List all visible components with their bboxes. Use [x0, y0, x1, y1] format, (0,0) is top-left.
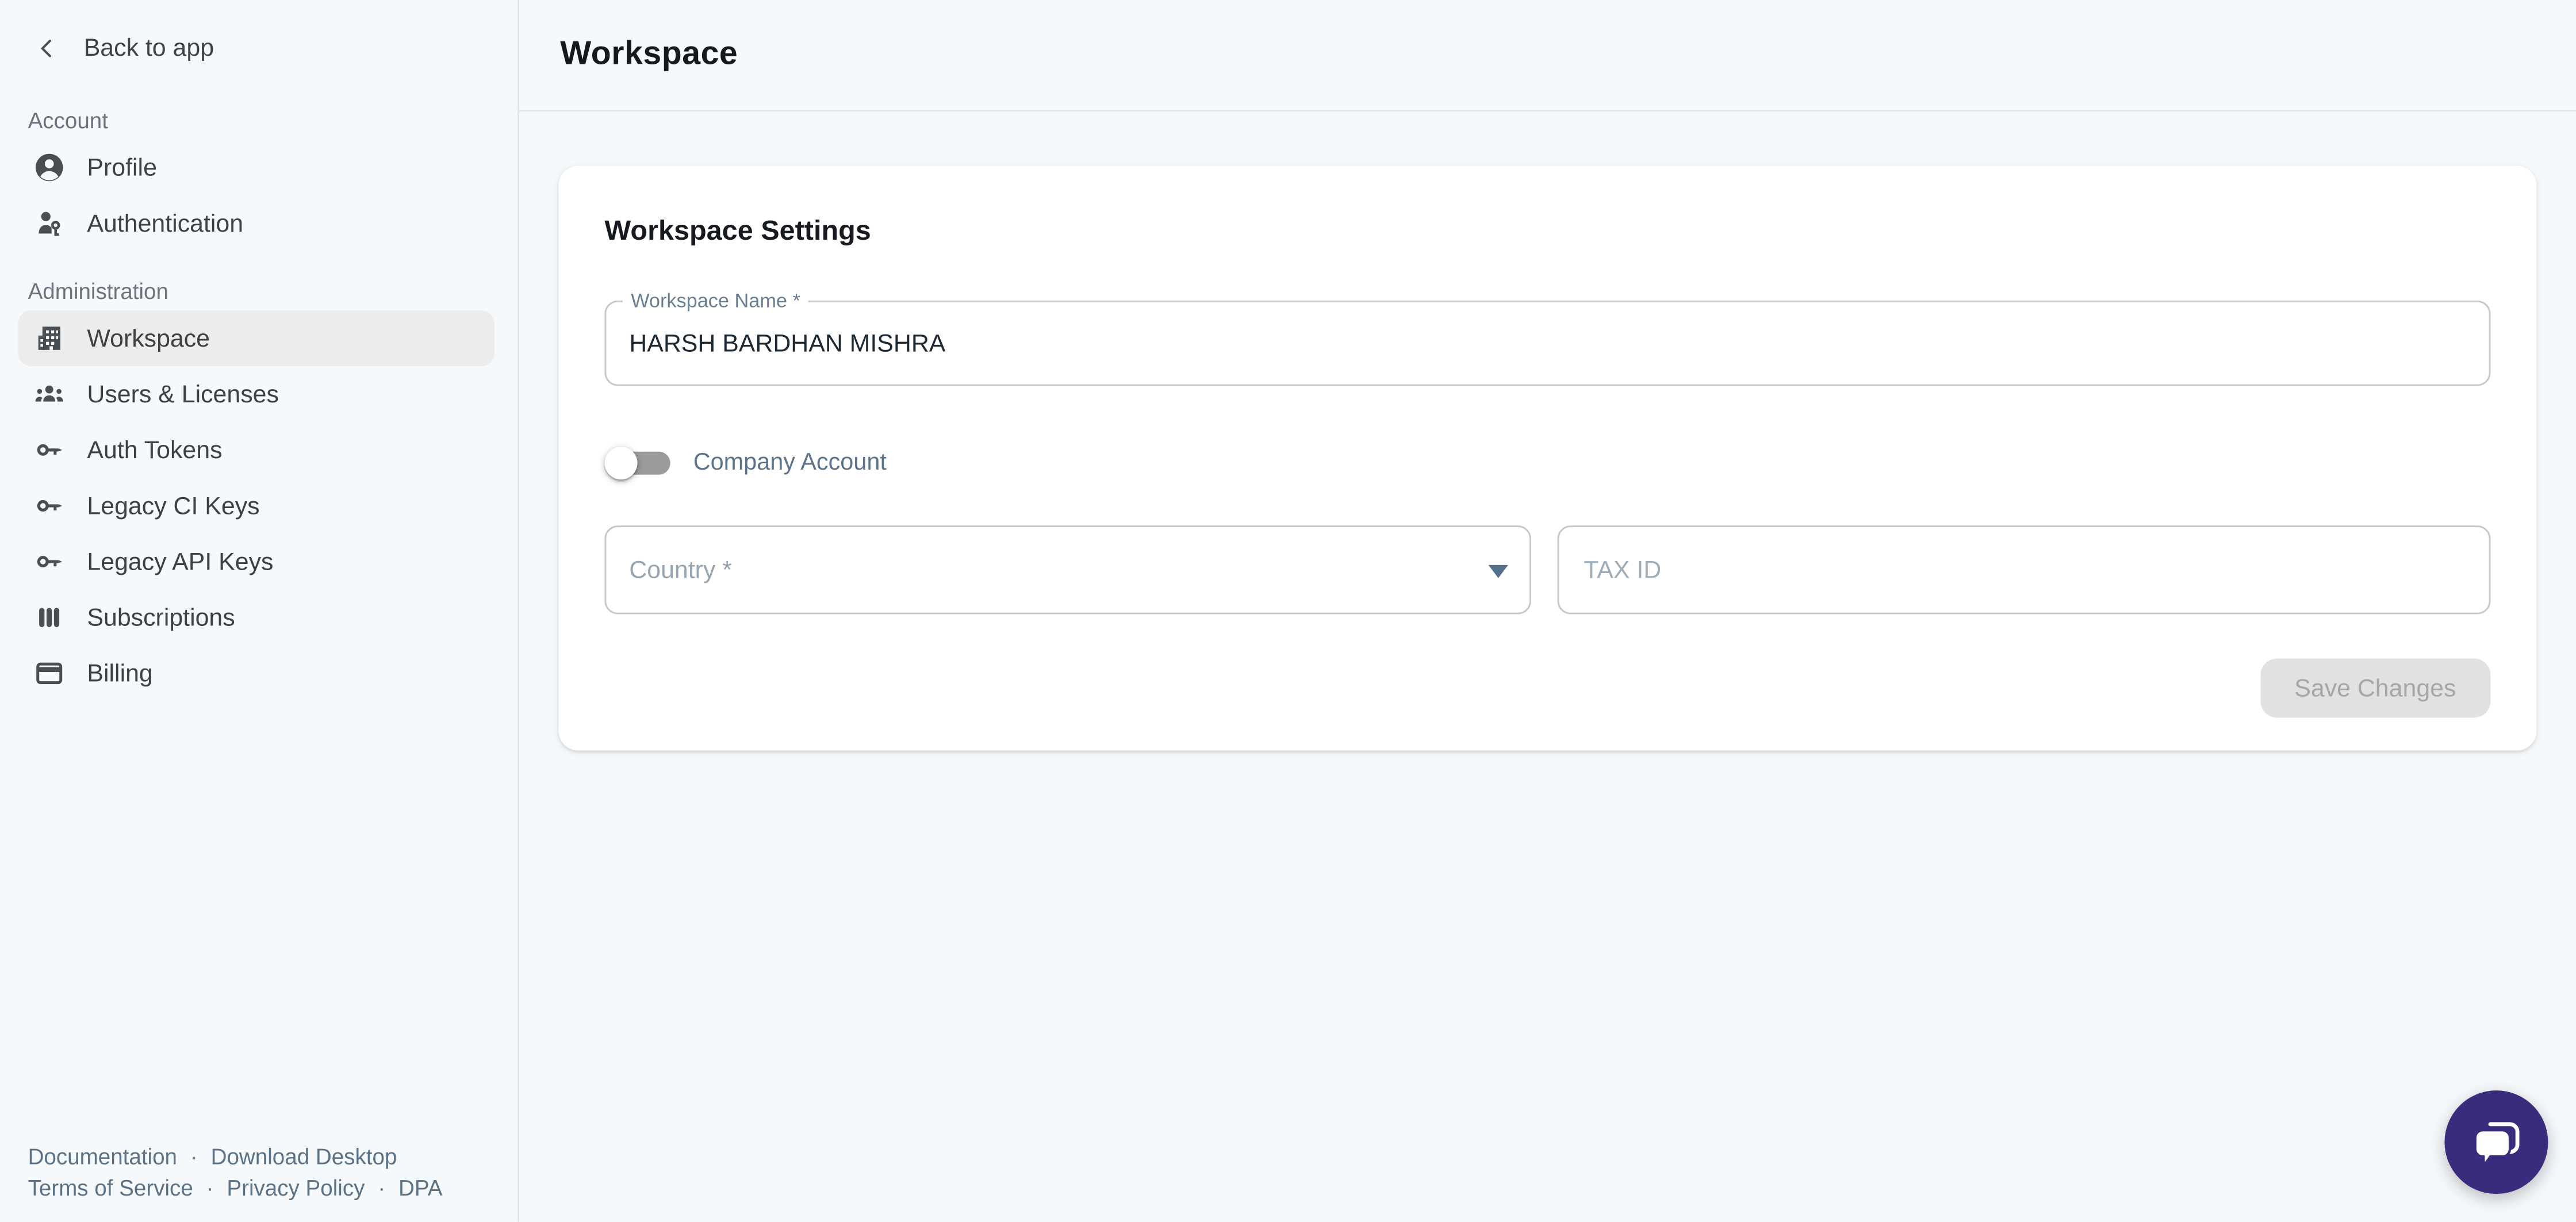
footer-link-download-desktop[interactable]: Download Desktop	[211, 1142, 397, 1173]
save-changes-button[interactable]: Save Changes	[2260, 659, 2490, 718]
toggle-thumb	[604, 447, 637, 479]
chat-widget-button[interactable]	[2444, 1090, 2548, 1194]
sidebar-item-legacy-api-keys[interactable]: Legacy API Keys	[18, 534, 494, 590]
sidebar-item-label: Legacy API Keys	[87, 548, 273, 576]
page-header: Workspace	[519, 0, 2576, 112]
main-area: Workspace Workspace Settings Workspace N…	[519, 0, 2576, 1222]
workspace-name-label: Workspace Name *	[623, 289, 808, 314]
settings-page: Back to app Account Profile Authenticati…	[0, 0, 2576, 1222]
building-icon	[33, 322, 66, 355]
footer-link-privacy-policy[interactable]: Privacy Policy	[227, 1173, 365, 1204]
back-to-app-label: Back to app	[84, 34, 214, 62]
sidebar-item-billing[interactable]: Billing	[18, 645, 494, 701]
groups-icon	[33, 378, 66, 410]
company-account-label: Company Account	[693, 450, 887, 476]
key-icon	[33, 433, 66, 466]
sidebar-item-label: Subscriptions	[87, 604, 235, 632]
person-key-icon	[33, 207, 66, 240]
company-account-toggle[interactable]	[604, 443, 677, 483]
tax-id-field	[1558, 525, 2491, 614]
sidebar-item-label: Auth Tokens	[87, 436, 222, 464]
sidebar-item-legacy-ci-keys[interactable]: Legacy CI Keys	[18, 478, 494, 533]
sidebar-item-label: Profile	[87, 153, 157, 182]
country-select[interactable]: Country *	[604, 525, 1531, 614]
footer-separator: ·	[378, 1173, 385, 1204]
page-title: Workspace	[560, 36, 738, 74]
footer-link-dpa[interactable]: DPA	[398, 1173, 442, 1204]
workspace-settings-card: Workspace Settings Workspace Name * Comp…	[558, 166, 2536, 751]
sidebar-item-users-licenses[interactable]: Users & Licenses	[18, 366, 494, 422]
content: Workspace Settings Workspace Name * Comp…	[519, 112, 2576, 750]
sidebar-item-label: Billing	[87, 659, 152, 687]
sidebar-item-label: Users & Licenses	[87, 380, 278, 408]
sidebar-item-profile[interactable]: Profile	[18, 140, 494, 195]
sidebar-item-auth-tokens[interactable]: Auth Tokens	[18, 422, 494, 478]
section-label-administration: Administration	[28, 274, 518, 307]
sidebar-footer: Documentation · Download Desktop Terms o…	[28, 1142, 443, 1204]
sidebar-item-subscriptions[interactable]: Subscriptions	[18, 590, 494, 645]
sidebar-item-label: Workspace	[87, 324, 210, 352]
footer-separator: ·	[190, 1142, 198, 1173]
chat-bubbles-icon	[2469, 1117, 2523, 1167]
workspace-name-field: Workspace Name *	[604, 301, 2490, 386]
footer-link-terms-of-service[interactable]: Terms of Service	[28, 1173, 193, 1204]
dropdown-caret-icon	[1489, 565, 1508, 578]
sidebar-item-label: Authentication	[87, 209, 243, 237]
actions-row: Save Changes	[604, 659, 2490, 718]
back-to-app-button[interactable]: Back to app	[36, 25, 518, 71]
country-select-label: Country *	[606, 556, 732, 584]
sidebar-item-workspace[interactable]: Workspace	[18, 310, 494, 366]
card-title: Workspace Settings	[604, 215, 2490, 248]
bars-icon	[33, 601, 66, 634]
footer-separator: ·	[206, 1173, 214, 1204]
key-icon	[33, 489, 66, 522]
sidebar: Back to app Account Profile Authenticati…	[0, 0, 519, 1222]
credit-card-icon	[33, 657, 66, 690]
account-circle-icon	[33, 151, 66, 184]
company-account-row: Company Account	[604, 432, 2490, 494]
sidebar-item-authentication[interactable]: Authentication	[18, 195, 494, 251]
footer-link-documentation[interactable]: Documentation	[28, 1142, 177, 1173]
tax-id-input[interactable]	[1559, 556, 2489, 584]
workspace-name-input[interactable]	[606, 329, 2489, 358]
country-tax-row: Country *	[604, 525, 2490, 614]
key-icon	[33, 545, 66, 578]
chevron-left-icon	[36, 37, 57, 58]
section-label-account: Account	[28, 103, 518, 136]
sidebar-item-label: Legacy CI Keys	[87, 492, 259, 520]
